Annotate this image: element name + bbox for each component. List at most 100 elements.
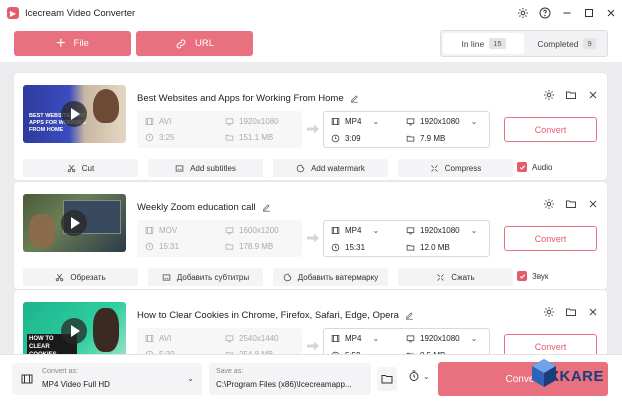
convert-arrow-icon bbox=[307, 341, 319, 351]
video-thumbnail[interactable] bbox=[23, 194, 126, 252]
convert-button[interactable]: Convert bbox=[504, 117, 597, 142]
resolution-icon bbox=[406, 118, 415, 126]
chevron-down-icon: ⌄ bbox=[187, 374, 194, 383]
item-settings-gear-icon[interactable] bbox=[543, 89, 555, 101]
convert-as-select[interactable]: Convert as: MP4 Video Full HD ⌄ bbox=[12, 363, 202, 395]
subtitles-icon bbox=[162, 274, 171, 280]
output-format-select[interactable]: MP4 ⌄ bbox=[331, 226, 379, 235]
video-thumbnail[interactable]: BEST WEBSITES AND APPS FOR WORKING FROM … bbox=[23, 85, 126, 143]
chevron-down-icon: ⌄ bbox=[372, 334, 380, 343]
add-url-label: URL bbox=[194, 38, 214, 49]
file-size-folder-icon bbox=[406, 135, 415, 142]
watermark-icon bbox=[296, 164, 305, 172]
remove-item-close-icon[interactable] bbox=[587, 89, 599, 101]
open-folder-icon[interactable] bbox=[565, 89, 577, 101]
output-resolution-select[interactable]: 1920x1080 ⌄ bbox=[406, 117, 477, 126]
film-icon bbox=[145, 335, 154, 342]
edit-title-pencil-icon[interactable] bbox=[405, 311, 414, 320]
convert-as-label: Convert as: bbox=[42, 368, 78, 375]
add-watermark-button[interactable]: Add watermark bbox=[273, 159, 388, 177]
clock-icon bbox=[145, 242, 154, 251]
minimize-icon[interactable] bbox=[556, 2, 578, 24]
save-as-label: Save as: bbox=[216, 368, 244, 375]
checkbox-checked-icon bbox=[517, 162, 527, 172]
help-icon[interactable] bbox=[534, 2, 556, 24]
film-icon bbox=[145, 118, 154, 125]
output-resolution-select[interactable]: 1920x1080 ⌄ bbox=[406, 334, 477, 343]
edit-title-pencil-icon[interactable] bbox=[350, 94, 359, 103]
schedule-timer-button[interactable]: ⌄ bbox=[408, 370, 430, 382]
clock-icon bbox=[331, 134, 340, 143]
film-icon bbox=[145, 227, 154, 234]
app-title: Icecream Video Converter bbox=[25, 7, 136, 19]
play-icon[interactable] bbox=[61, 210, 87, 236]
chevron-down-icon: ⌄ bbox=[372, 117, 380, 126]
save-as-field[interactable]: Save as: C:\Program Files (x86)\Icecream… bbox=[209, 363, 371, 395]
tab-completed[interactable]: Completed 9 bbox=[526, 31, 607, 56]
output-format-select[interactable]: MP4 ⌄ bbox=[331, 117, 379, 126]
file-size-folder-icon bbox=[225, 134, 234, 141]
folder-icon bbox=[381, 375, 393, 384]
output-format-select[interactable]: MP4 ⌄ bbox=[331, 334, 379, 343]
add-url-button[interactable]: URL bbox=[136, 31, 253, 56]
edit-title-pencil-icon[interactable] bbox=[262, 203, 271, 212]
tab-in-line[interactable]: In line 15 bbox=[443, 33, 524, 54]
title-bar: ▶ Icecream Video Converter bbox=[0, 0, 622, 26]
chevron-down-icon: ⌄ bbox=[470, 117, 478, 126]
open-folder-icon[interactable] bbox=[565, 198, 577, 210]
compress-button[interactable]: Сжать bbox=[398, 268, 513, 286]
bottom-bar: Convert as: MP4 Video Full HD ⌄ Save as:… bbox=[0, 354, 622, 402]
add-subtitles-button[interactable]: Add subtitles bbox=[148, 159, 263, 177]
resolution-icon bbox=[225, 118, 234, 126]
close-window-icon[interactable] bbox=[600, 2, 622, 24]
resolution-icon bbox=[406, 227, 415, 235]
video-title: Best Websites and Apps for Working From … bbox=[137, 93, 359, 104]
film-icon bbox=[331, 118, 340, 125]
remove-item-close-icon[interactable] bbox=[587, 198, 599, 210]
add-subtitles-button[interactable]: Добавить субтитры bbox=[148, 268, 263, 286]
maximize-icon[interactable] bbox=[578, 2, 600, 24]
link-icon bbox=[176, 39, 186, 48]
remove-item-close-icon[interactable] bbox=[587, 306, 599, 318]
item-settings-gear-icon[interactable] bbox=[543, 198, 555, 210]
chevron-down-icon: ⌄ bbox=[372, 226, 380, 235]
add-watermark-button[interactable]: Добавить ватермарку bbox=[273, 268, 388, 286]
item-settings-gear-icon[interactable] bbox=[543, 306, 555, 318]
play-icon[interactable] bbox=[61, 101, 87, 127]
tab-completed-count: 9 bbox=[583, 38, 596, 49]
queue-item: Weekly Zoom education call MOV 1600x1200… bbox=[14, 182, 607, 289]
compress-icon bbox=[437, 273, 445, 281]
subtitles-icon bbox=[175, 165, 184, 171]
browse-folder-button[interactable] bbox=[377, 367, 397, 391]
video-title: How to Clear Cookies in Chrome, Firefox,… bbox=[137, 310, 414, 321]
play-icon[interactable] bbox=[61, 318, 87, 344]
add-file-button[interactable]: + File bbox=[14, 31, 131, 56]
video-thumbnail[interactable]: HOW TO CLEAR COOKIES bbox=[23, 302, 126, 360]
queue-item: BEST WEBSITES AND APPS FOR WORKING FROM … bbox=[14, 73, 607, 180]
convert-arrow-icon bbox=[307, 124, 319, 134]
settings-gear-icon[interactable] bbox=[512, 2, 534, 24]
chevron-down-icon: ⌄ bbox=[423, 371, 430, 381]
compress-icon bbox=[431, 164, 438, 172]
open-folder-icon[interactable] bbox=[565, 306, 577, 318]
convert-button[interactable]: Convert bbox=[504, 226, 597, 251]
timer-icon bbox=[409, 370, 419, 381]
app-logo-icon: ▶ bbox=[7, 7, 19, 19]
audio-checkbox[interactable]: Audio bbox=[517, 162, 552, 172]
file-size-folder-icon bbox=[406, 244, 415, 251]
scissors-icon bbox=[67, 164, 76, 172]
chevron-down-icon: ⌄ bbox=[470, 226, 478, 235]
cut-button[interactable]: Обрезать bbox=[23, 268, 138, 286]
compress-button[interactable]: Compress bbox=[398, 159, 513, 177]
plus-icon: + bbox=[56, 34, 66, 52]
output-settings: MP4 ⌄ 1920x1080 ⌄ 15:31 12.0 MB bbox=[323, 220, 490, 257]
scissors-icon bbox=[56, 273, 64, 281]
film-icon bbox=[331, 335, 340, 342]
action-bar: + File URL In line 15 Completed 9 bbox=[0, 26, 622, 62]
cut-button[interactable]: Cut bbox=[23, 159, 138, 177]
output-resolution-select[interactable]: 1920x1080 ⌄ bbox=[406, 226, 477, 235]
audio-checkbox[interactable]: Звук bbox=[517, 271, 548, 281]
file-size-folder-icon bbox=[225, 243, 234, 250]
source-info: AVI 1920x1080 3:25 151.1 MB bbox=[137, 111, 302, 148]
tab-in-line-count: 15 bbox=[489, 38, 506, 49]
